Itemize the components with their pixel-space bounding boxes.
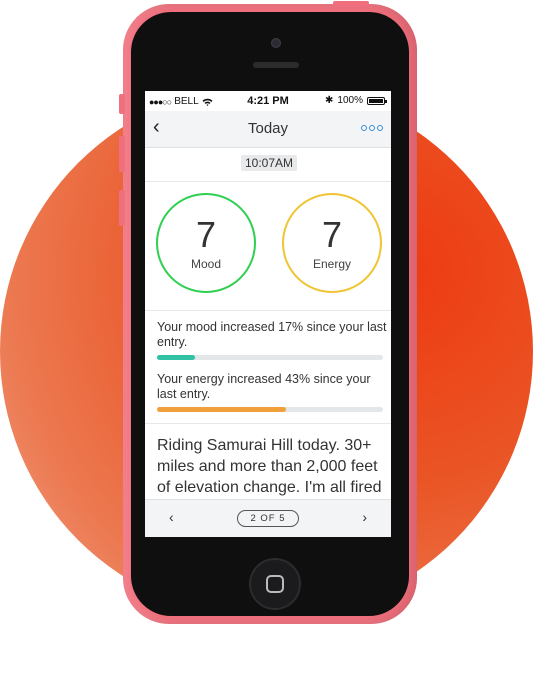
next-entry-button[interactable]: › [362, 509, 367, 525]
energy-stat-text: Your energy increased 43% since your las… [157, 372, 371, 401]
mood-ring[interactable]: 7 Mood [156, 193, 256, 293]
mood-progress-fill [157, 355, 196, 360]
home-square-icon [266, 575, 284, 593]
entry-time-badge: 10:07AM [241, 155, 297, 171]
energy-label: Energy [312, 257, 352, 271]
battery-icon [367, 96, 387, 105]
energy-value: 7 [321, 214, 343, 255]
status-right: ✱ 100% [325, 95, 387, 106]
mood-value: 7 [195, 214, 217, 255]
energy-progress-fill [157, 407, 286, 412]
power-button [333, 1, 369, 7]
divider [145, 423, 391, 424]
volume-down-button [119, 190, 125, 226]
volume-up-button [119, 136, 125, 172]
status-bar: ●●●○○ BELL 4:21 PM ✱ 100% [145, 91, 391, 111]
mute-switch [119, 94, 125, 114]
more-circles-icon[interactable] [361, 125, 383, 131]
front-camera [271, 38, 281, 48]
entry-pager: ‹ 2 OF 5 › [145, 499, 391, 537]
battery-percent: 100% [337, 95, 363, 106]
mood-label: Mood [190, 257, 222, 271]
page-title: Today [247, 120, 289, 137]
divider [145, 310, 391, 311]
journal-entry-text[interactable]: Riding Samurai Hill today. 30+ miles and… [157, 435, 387, 497]
app-screen: ●●●○○ BELL 4:21 PM ✱ 100% ‹ Today 10:07A… [145, 91, 391, 537]
energy-progress-bar [157, 407, 383, 412]
energy-ring[interactable]: 7 Energy [282, 193, 382, 293]
earpiece-speaker [253, 62, 299, 68]
mood-progress-bar [157, 355, 383, 360]
bluetooth-icon: ✱ [325, 95, 334, 106]
home-button[interactable] [249, 558, 301, 610]
prev-entry-button[interactable]: ‹ [169, 509, 174, 525]
nav-bar: ‹ Today [145, 111, 391, 148]
mood-stat-text: Your mood increased 17% since your last … [157, 320, 387, 349]
entry-time-row: 10:07AM [145, 148, 391, 182]
page-indicator: 2 OF 5 [237, 510, 299, 527]
